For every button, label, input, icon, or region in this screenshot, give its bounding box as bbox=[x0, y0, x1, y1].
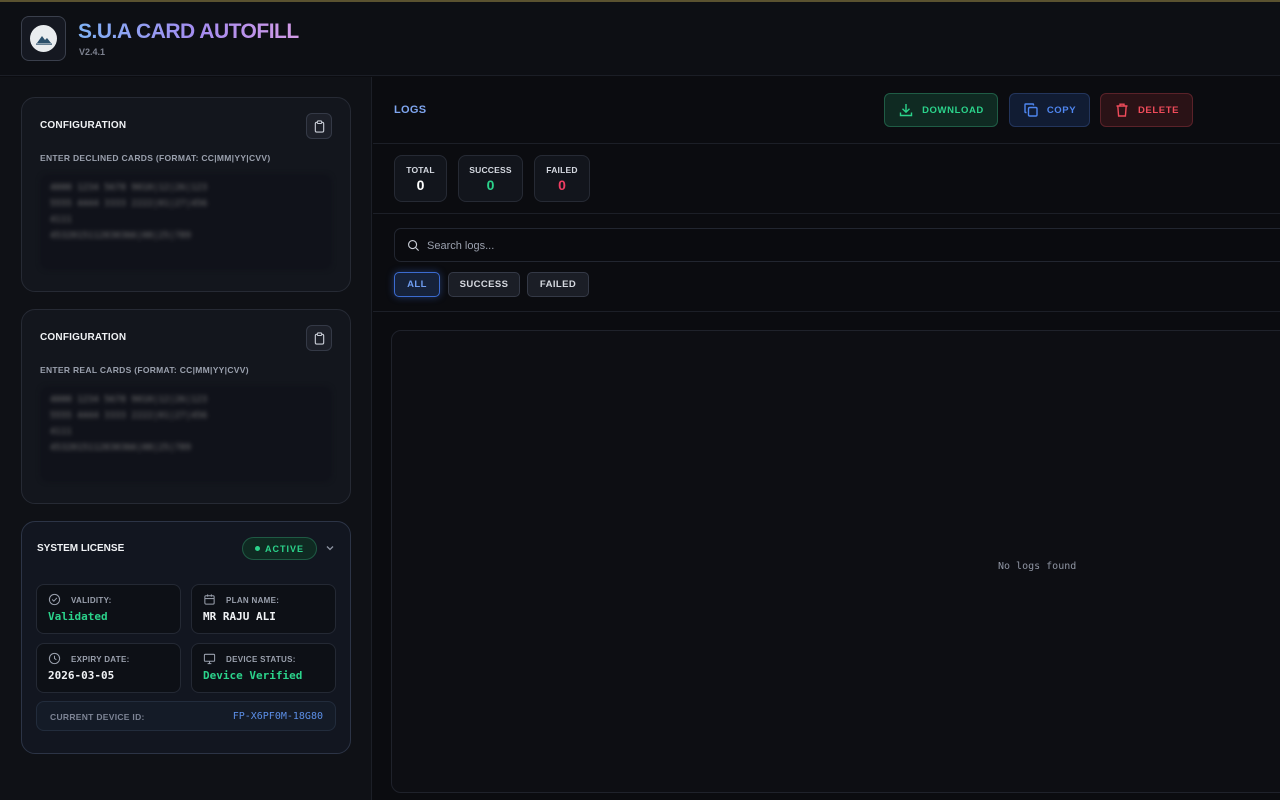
expiry-label: EXPIRY DATE: bbox=[71, 655, 130, 664]
stat-success-value: 0 bbox=[486, 177, 495, 193]
validity-label: VALIDITY: bbox=[71, 596, 112, 605]
chevron-down-icon[interactable] bbox=[324, 542, 336, 554]
stat-failed: FAILED 0 bbox=[534, 155, 590, 202]
search-icon bbox=[408, 240, 420, 252]
stat-failed-label: FAILED bbox=[546, 165, 578, 175]
clipboard-icon bbox=[314, 119, 324, 133]
filter-failed-button[interactable]: FAILED bbox=[527, 272, 589, 297]
plan-value: MR RAJU ALI bbox=[203, 610, 276, 623]
config-sidebar: CONFIGURATION ENTER DECLINED CARDS (FORM… bbox=[0, 77, 372, 800]
log-search bbox=[394, 228, 1280, 262]
logs-list: No logs found bbox=[391, 330, 1280, 793]
license-status-badge: ACTIVE bbox=[242, 537, 317, 560]
declined-card-subtitle: ENTER DECLINED CARDS (FORMAT: CC|MM|YY|C… bbox=[40, 153, 271, 163]
real-cards-input[interactable] bbox=[40, 386, 332, 482]
validity-value: Validated bbox=[48, 610, 108, 623]
logs-header: LOGS DOWNLOAD COPY DELETE bbox=[373, 77, 1280, 144]
calendar-icon bbox=[204, 594, 215, 605]
declined-cards-input[interactable] bbox=[40, 174, 332, 270]
check-circle-icon bbox=[48, 593, 61, 606]
download-label: DOWNLOAD bbox=[922, 104, 984, 116]
search-input[interactable] bbox=[427, 237, 927, 255]
system-license-panel: SYSTEM LICENSE ACTIVE VALIDITY: Validate… bbox=[21, 521, 351, 754]
copy-icon bbox=[1024, 103, 1038, 117]
monitor-icon bbox=[203, 653, 216, 665]
app-logo-icon bbox=[30, 25, 57, 52]
stat-total-value: 0 bbox=[416, 177, 425, 193]
app-version: V2.4.1 bbox=[79, 47, 106, 57]
real-clipboard-button[interactable] bbox=[306, 325, 332, 351]
declined-cards-card: CONFIGURATION ENTER DECLINED CARDS (FORM… bbox=[21, 97, 351, 292]
stat-total: TOTAL 0 bbox=[394, 155, 447, 202]
device-id-label: CURRENT DEVICE ID: bbox=[50, 712, 145, 722]
filter-all-button[interactable]: ALL bbox=[394, 272, 440, 297]
device-id-box: CURRENT DEVICE ID: FP-X6PF0M-18G80 bbox=[36, 701, 336, 731]
clock-icon bbox=[48, 652, 61, 665]
clipboard-icon bbox=[314, 331, 324, 345]
device-status-box: DEVICE STATUS: Device Verified bbox=[191, 643, 336, 693]
plan-box: PLAN NAME: MR RAJU ALI bbox=[191, 584, 336, 634]
logs-title: LOGS bbox=[394, 104, 427, 116]
real-cards-card: CONFIGURATION ENTER REAL CARDS (FORMAT: … bbox=[21, 309, 351, 504]
download-icon bbox=[899, 104, 913, 117]
delete-label: DELETE bbox=[1137, 104, 1180, 116]
expiry-value: 2026-03-05 bbox=[48, 669, 115, 682]
trash-icon bbox=[1116, 103, 1128, 117]
status-dot-icon bbox=[254, 546, 260, 551]
download-button[interactable]: DOWNLOAD bbox=[884, 93, 998, 127]
app-header: S.U.A CARD AUTOFILL V2.4.1 bbox=[0, 2, 1280, 76]
validity-box: VALIDITY: Validated bbox=[36, 584, 181, 634]
stat-total-label: TOTAL bbox=[406, 165, 435, 175]
delete-button[interactable]: DELETE bbox=[1100, 93, 1193, 127]
logs-panel: LOGS DOWNLOAD COPY DELETE TOTAL 0 SUCCES… bbox=[373, 77, 1280, 800]
device-status-value: Device Verified bbox=[203, 669, 303, 682]
expiry-box: EXPIRY DATE: 2026-03-05 bbox=[36, 643, 181, 693]
real-card-title: CONFIGURATION bbox=[40, 332, 127, 343]
divider bbox=[373, 311, 1280, 312]
license-title: SYSTEM LICENSE bbox=[37, 543, 125, 554]
copy-label: COPY bbox=[1046, 104, 1077, 116]
device-id-value: FP-X6PF0M-18G80 bbox=[232, 711, 323, 722]
log-stats: TOTAL 0 SUCCESS 0 FAILED 0 bbox=[373, 144, 1280, 214]
plan-label: PLAN NAME: bbox=[226, 596, 280, 605]
real-card-subtitle: ENTER REAL CARDS (FORMAT: CC|MM|YY|CVV) bbox=[40, 365, 249, 375]
empty-logs-message: No logs found bbox=[998, 561, 1077, 572]
device-status-label: DEVICE STATUS: bbox=[226, 655, 296, 664]
app-logo bbox=[21, 16, 66, 61]
stat-failed-value: 0 bbox=[558, 177, 566, 193]
license-status-text: ACTIVE bbox=[264, 543, 304, 554]
stat-success-label: SUCCESS bbox=[469, 165, 512, 175]
filter-success-button[interactable]: SUCCESS bbox=[448, 272, 520, 297]
declined-clipboard-button[interactable] bbox=[306, 113, 332, 139]
stat-success: SUCCESS 0 bbox=[458, 155, 523, 202]
app-title: S.U.A CARD AUTOFILL bbox=[78, 20, 299, 43]
declined-card-title: CONFIGURATION bbox=[40, 120, 127, 131]
copy-button[interactable]: COPY bbox=[1009, 93, 1090, 127]
